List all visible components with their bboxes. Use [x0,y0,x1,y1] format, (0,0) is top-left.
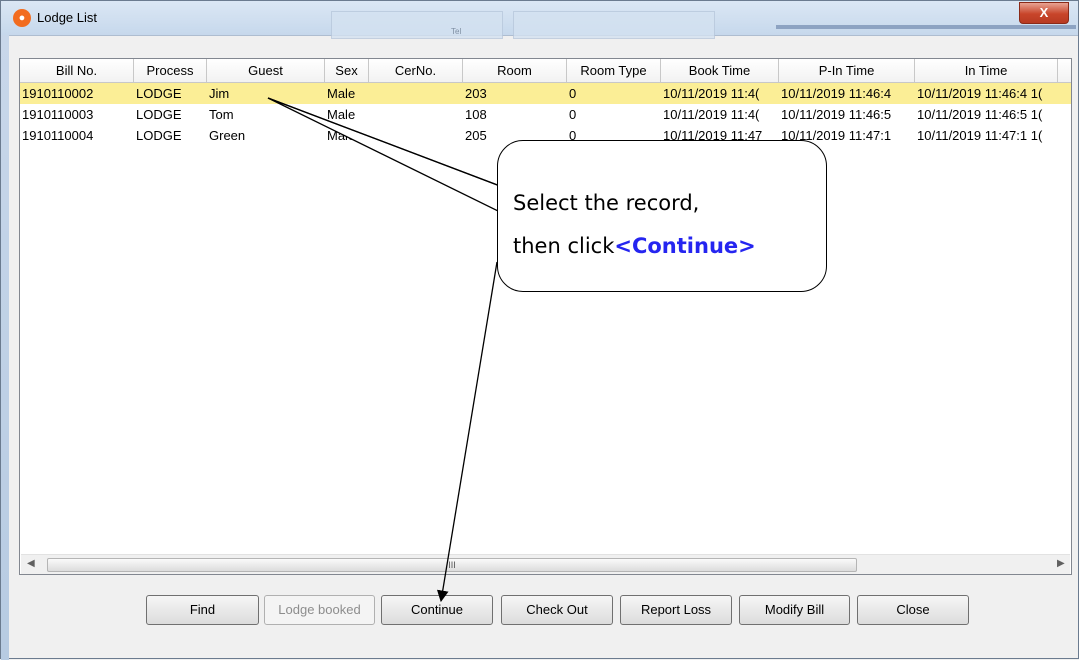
title-bar: Tel ● Lodge List X [1,1,1078,39]
background-window-fragment [331,11,503,39]
cell-process: LODGE [136,128,182,143]
table-header: Bill No. Process Guest Sex CerNo. Room R… [20,59,1071,83]
cell-p-in-time: 10/11/2019 11:46:4 [781,86,892,101]
scroll-right-icon[interactable]: ▶ [1057,558,1065,569]
cell-bill-no: 1910110004 [22,128,94,143]
cell-room-type: 0 [569,86,577,101]
cell-cer-no [369,104,463,125]
background-tel-label: Tel [451,27,462,36]
column-header-room-type[interactable]: Room Type [567,59,661,82]
cell-room: 108 [465,107,487,122]
table-row[interactable]: 1910110002 LODGE Jim Male 203 0 10/11/20… [20,83,1071,104]
window-side-strip [1,35,9,660]
cell-process: LODGE [136,86,182,101]
cell-sex: Male [327,86,356,101]
scroll-left-icon[interactable]: ◀ [27,558,35,569]
cell-book-time: 10/11/2019 11:4( [663,86,760,101]
report-loss-button[interactable]: Report Loss [620,595,732,625]
lodge-list-window: Tel ● Lodge List X Bill No. Process Gues… [0,0,1079,660]
cell-guest: Tom [209,107,234,122]
cell-sex: Male [327,128,356,143]
column-header-in-time[interactable]: In Time [915,59,1058,82]
cell-in-time: 10/11/2019 11:46:5 1( [917,107,1043,122]
column-header-p-in-time[interactable]: P-In Time [779,59,915,82]
window-title: Lodge List [37,10,97,25]
scrollbar-thumb[interactable]: III [47,558,857,572]
lock-icon: ● [13,9,31,27]
cell-p-in-time: 10/11/2019 11:46:5 [781,107,892,122]
background-window-fragment [776,25,1076,29]
lodge-booked-button[interactable]: Lodge booked [264,595,375,625]
cell-guest: Green [209,128,246,143]
cell-process: LODGE [136,107,182,122]
callout-continue-highlight: <Continue> [614,234,756,258]
check-out-button[interactable]: Check Out [501,595,613,625]
cell-bill-no: 1910110003 [22,107,94,122]
lodge-list-table[interactable]: Bill No. Process Guest Sex CerNo. Room R… [19,58,1072,575]
callout-line-1: Select the record, [513,191,700,215]
column-header-process[interactable]: Process [134,59,207,82]
column-header-cer-no[interactable]: CerNo. [369,59,463,82]
column-header-bill-no[interactable]: Bill No. [20,59,134,82]
column-header-room[interactable]: Room [463,59,567,82]
cell-bill-no: 1910110002 [22,86,94,101]
cell-room: 203 [465,86,487,101]
close-icon[interactable]: X [1019,2,1069,24]
find-button[interactable]: Find [146,595,259,625]
cell-sex: Male [327,107,356,122]
cell-room-type: 0 [569,107,577,122]
column-header-book-time[interactable]: Book Time [661,59,779,82]
modify-bill-button[interactable]: Modify Bill [739,595,850,625]
close-button[interactable]: Close [857,595,969,625]
callout-text: Select the record, then click<Continue> [513,182,756,268]
cell-in-time: 10/11/2019 11:47:1 1( [917,128,1043,143]
table-row[interactable]: 1910110003 LODGE Tom Male 108 0 10/11/20… [20,104,1071,125]
callout-line-2-prefix: then click [513,234,615,258]
continue-button[interactable]: Continue [381,595,493,625]
column-header-sex[interactable]: Sex [325,59,369,82]
horizontal-scrollbar[interactable]: ◀ III ▶ [21,554,1070,574]
callout-line-2: then click<Continue> [513,225,756,268]
cell-in-time: 10/11/2019 11:46:4 1( [917,86,1043,101]
cell-guest: Jim [209,86,230,101]
column-header-guest[interactable]: Guest [207,59,325,82]
cell-cer-no [369,125,463,146]
cell-cer-no [369,83,463,104]
cell-book-time: 10/11/2019 11:4( [663,107,760,122]
background-window-fragment [513,11,715,39]
